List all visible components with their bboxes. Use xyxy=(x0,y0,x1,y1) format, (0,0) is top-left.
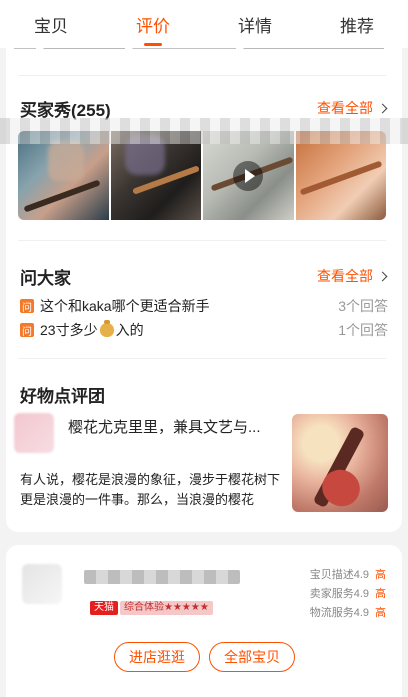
shop-logo[interactable] xyxy=(22,564,62,604)
question-item[interactable]: 问 这个和kaka哪个更适合新手 3个回答 xyxy=(20,296,388,316)
question-item[interactable]: 问 23寸多少 入的 1个回答 xyxy=(20,320,388,340)
chevron-right-icon xyxy=(377,103,388,113)
all-products-button[interactable]: 全部宝贝 xyxy=(209,642,295,672)
answer-count: 1个回答 xyxy=(338,322,388,338)
top-tab-bar: 宝贝 评价 详情 推荐 xyxy=(0,0,408,48)
article-image[interactable] xyxy=(292,414,388,512)
overall-rating-badge: 综合体验★★★★★ xyxy=(120,601,213,615)
divider xyxy=(18,358,386,359)
question-text: 这个和kaka哪个更适合新手 xyxy=(40,298,210,314)
ask-see-all[interactable]: 查看全部 xyxy=(317,266,388,286)
rating-row: 宝贝描述4.9 高 xyxy=(309,569,386,581)
question-badge-icon: 问 xyxy=(20,299,34,314)
shop-ratings: 宝贝描述4.9 高 卖家服务4.9 高 物流服务4.9 高 xyxy=(310,566,386,623)
money-bag-icon xyxy=(99,320,114,337)
review-group-title: 好物点评团 xyxy=(20,387,105,406)
rating-row: 卖家服务4.9 高 xyxy=(309,588,386,600)
divider xyxy=(18,240,386,241)
tab-baobei[interactable]: 宝贝 xyxy=(26,6,76,43)
play-icon xyxy=(233,160,264,191)
see-all-label: 查看全部 xyxy=(317,100,373,116)
buyer-photo[interactable] xyxy=(18,131,109,220)
question-badge-icon: 问 xyxy=(20,323,34,338)
chevron-right-icon xyxy=(377,271,388,281)
buyer-photo-strip xyxy=(18,131,386,220)
buyer-show-title: 买家秀(255) xyxy=(20,101,111,120)
article-description[interactable]: 有人说，樱花是浪漫的象征，漫步于樱花树下更是浪漫的一件事。那么，当浪漫的樱花 xyxy=(20,470,290,510)
buyer-photo[interactable] xyxy=(110,131,201,220)
author-avatar xyxy=(14,413,54,453)
tmall-badge: 天猫 xyxy=(90,601,118,615)
answer-count: 3个回答 xyxy=(338,298,388,314)
tab-recommend[interactable]: 推荐 xyxy=(332,6,382,43)
enter-shop-button[interactable]: 进店逛逛 xyxy=(114,642,200,672)
shop-name-blurred[interactable] xyxy=(84,570,240,584)
ask-everyone-title: 问大家 xyxy=(20,269,71,288)
article-title[interactable]: 樱花尤克里里，兼具文艺与... xyxy=(68,416,274,437)
buyer-show-see-all[interactable]: 查看全部 xyxy=(317,98,388,118)
tab-details[interactable]: 详情 xyxy=(230,6,280,43)
rating-row: 物流服务4.9 高 xyxy=(309,607,386,619)
buyer-photo[interactable] xyxy=(295,131,386,220)
buyer-video[interactable] xyxy=(203,131,294,220)
see-all-label: 查看全部 xyxy=(317,268,373,284)
tab-reviews[interactable]: 评价 xyxy=(128,6,178,46)
divider xyxy=(18,75,386,76)
question-text: 23寸多少 入的 xyxy=(40,320,144,338)
